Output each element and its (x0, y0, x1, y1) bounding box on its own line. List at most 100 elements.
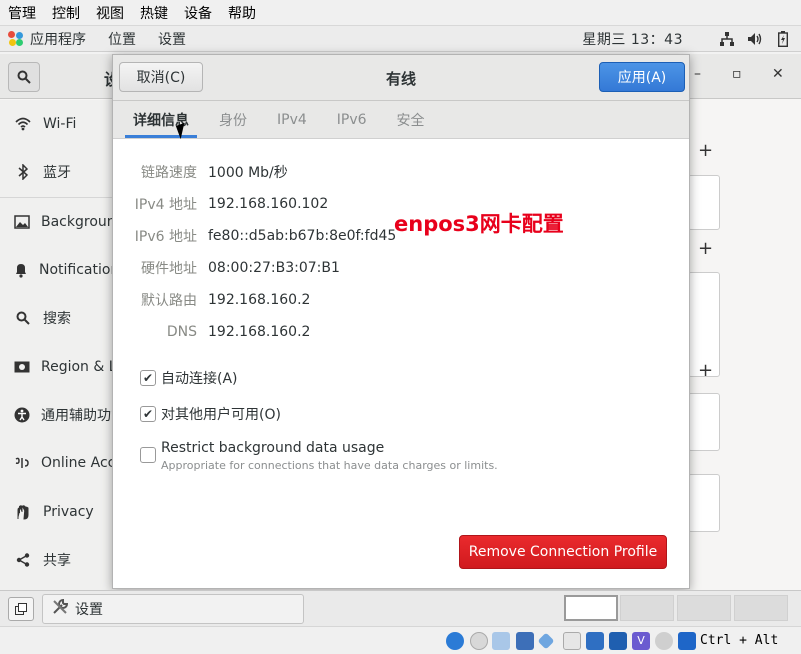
add-vpn-icon[interactable]: + (698, 238, 713, 259)
settings-tools-icon (51, 598, 69, 620)
bell-icon (14, 261, 28, 279)
applications-label: 应用程序 (30, 31, 86, 48)
taskbar-settings-window[interactable]: 设置 (42, 594, 304, 624)
detail-value: 192.168.160.2 (208, 292, 311, 308)
sidebar-item-label: Background (41, 213, 112, 230)
keyboard-capture-icon[interactable] (678, 632, 696, 650)
sidebar-item-background[interactable]: Background (0, 198, 112, 246)
usb-icon[interactable] (537, 632, 555, 650)
audio-icon[interactable] (492, 632, 510, 650)
sidebar-item-region[interactable]: Region & Language (0, 342, 112, 390)
detail-value: 08:00:27:B3:07:B1 (208, 260, 340, 276)
search-icon (14, 309, 32, 327)
workspace-1[interactable] (564, 595, 618, 621)
extra-card (688, 474, 720, 532)
mouse-integration-icon[interactable] (655, 632, 673, 650)
detail-value: 192.168.160.102 (208, 196, 329, 212)
add-proxy-icon[interactable]: + (698, 360, 713, 381)
all-users-checkbox[interactable]: ✔ (140, 406, 156, 422)
restrict-data-option[interactable]: Restrict background data usage Appropria… (140, 440, 498, 472)
workspace-4[interactable] (734, 595, 788, 621)
auto-connect-option[interactable]: ✔ 自动连接(A) (140, 368, 238, 388)
tab-security[interactable]: 安全 (389, 102, 433, 138)
show-desktop-icon (15, 603, 27, 615)
sidebar-item-label: Online Accounts (41, 455, 112, 472)
detail-key: IPv4 地址 (134, 197, 197, 213)
add-connection-icon[interactable]: + (698, 140, 713, 161)
volume-icon[interactable] (747, 31, 763, 47)
restrict-data-checkbox[interactable] (140, 447, 156, 463)
search-button[interactable] (8, 62, 40, 92)
detail-value: 192.168.160.2 (208, 324, 311, 340)
workspace-2[interactable] (620, 595, 674, 621)
detail-value: fe80::d5ab:b67b:8e0f:fd45 (208, 228, 397, 244)
detail-key: 默认路由 (141, 293, 197, 309)
vbox-statusbar: V Ctrl + Alt (0, 626, 801, 654)
menu-hotkeys[interactable]: 热键 (140, 3, 168, 23)
sidebar-item-wifi[interactable]: Wi-Fi (0, 100, 112, 148)
shared-folders-icon[interactable] (563, 632, 581, 650)
sidebar-item-label: 共享 (43, 552, 71, 569)
video-capture-icon[interactable] (609, 632, 627, 650)
sidebar-item-label: Region & Language (41, 358, 112, 375)
detail-hardware-address: 硬件地址 08:00:27:B3:07:B1 (113, 258, 340, 278)
menu-help[interactable]: 帮助 (228, 3, 256, 23)
all-users-label: 对其他用户可用(O) (161, 407, 281, 423)
menu-manage[interactable]: 管理 (8, 3, 36, 23)
workspace-3[interactable] (677, 595, 731, 621)
menu-control[interactable]: 控制 (52, 3, 80, 23)
places-menu[interactable]: 位置 (108, 29, 136, 49)
detail-link-speed: 链路速度 1000 Mb/秒 (113, 162, 288, 182)
sidebar-item-label: Notifications (39, 262, 112, 279)
show-desktop-button[interactable] (8, 597, 34, 621)
apply-button[interactable]: 应用(A) (599, 62, 685, 92)
auto-connect-checkbox[interactable]: ✔ (140, 370, 156, 386)
sidebar-item-accessibility[interactable]: 通用辅助功能 (0, 391, 112, 439)
dialog-headerbar: 取消(C) 有线 应用(A) (113, 55, 689, 101)
proxy-card (688, 393, 720, 451)
sidebar-item-label: Wi-Fi (43, 116, 77, 133)
tab-ipv4[interactable]: IPv4 (269, 102, 315, 138)
network-icon[interactable] (719, 31, 735, 47)
wifi-icon (14, 115, 32, 133)
sidebar-item-notifications[interactable]: Notifications (0, 246, 112, 294)
sidebar-item-search[interactable]: 搜索 (0, 294, 112, 342)
display-icon[interactable] (586, 632, 604, 650)
optical-drive-icon[interactable] (470, 632, 488, 650)
bluetooth-icon (14, 163, 32, 181)
connection-card (688, 175, 720, 230)
vbox-menubar: 管理 控制 视图 热键 设备 帮助 (0, 0, 801, 26)
menu-devices[interactable]: 设备 (184, 3, 212, 23)
vt-x-icon[interactable]: V (632, 632, 650, 650)
minimize-button[interactable]: – (694, 66, 701, 82)
close-button[interactable]: ✕ (772, 66, 784, 82)
remove-connection-profile-button[interactable]: Remove Connection Profile (459, 535, 667, 569)
restrict-data-label: Restrict background data usage (161, 440, 385, 456)
sidebar-item-sharing[interactable]: 共享 (0, 536, 112, 584)
menu-view[interactable]: 视图 (96, 3, 124, 23)
detail-key: IPv6 地址 (134, 229, 197, 245)
clock[interactable]: 星期三 13：43 (582, 29, 683, 49)
sidebar-item-bluetooth[interactable]: 蓝牙 (0, 148, 112, 196)
maximize-button[interactable]: ▫ (732, 66, 742, 82)
settings-menu[interactable]: 设置 (158, 29, 186, 49)
hard-disk-icon[interactable] (446, 632, 464, 650)
sidebar-item-online-accounts[interactable]: Online Accounts (0, 439, 112, 487)
host-key-label: Ctrl + Alt (700, 633, 779, 648)
applications-menu[interactable]: 应用程序 (0, 29, 86, 49)
tab-identity[interactable]: 身份 (211, 102, 255, 138)
all-users-option[interactable]: ✔ 对其他用户可用(O) (140, 404, 281, 424)
sidebar-item-privacy[interactable]: Privacy (0, 487, 112, 535)
detail-ipv4-address: IPv4 地址 192.168.160.102 (113, 194, 328, 214)
restrict-data-description: Appropriate for connections that have da… (161, 459, 498, 472)
detail-key: 硬件地址 (141, 261, 197, 277)
online-accounts-icon (14, 454, 30, 472)
battery-icon[interactable] (775, 31, 791, 47)
accessibility-icon (14, 406, 30, 424)
tab-ipv6[interactable]: IPv6 (329, 102, 375, 138)
detail-value: 1000 Mb/秒 (208, 165, 288, 181)
detail-default-route: 默认路由 192.168.160.2 (113, 290, 310, 310)
auto-connect-label: 自动连接(A) (161, 371, 238, 387)
sidebar-item-label: 通用辅助功能 (41, 407, 112, 424)
network-adapter-icon[interactable] (516, 632, 534, 650)
